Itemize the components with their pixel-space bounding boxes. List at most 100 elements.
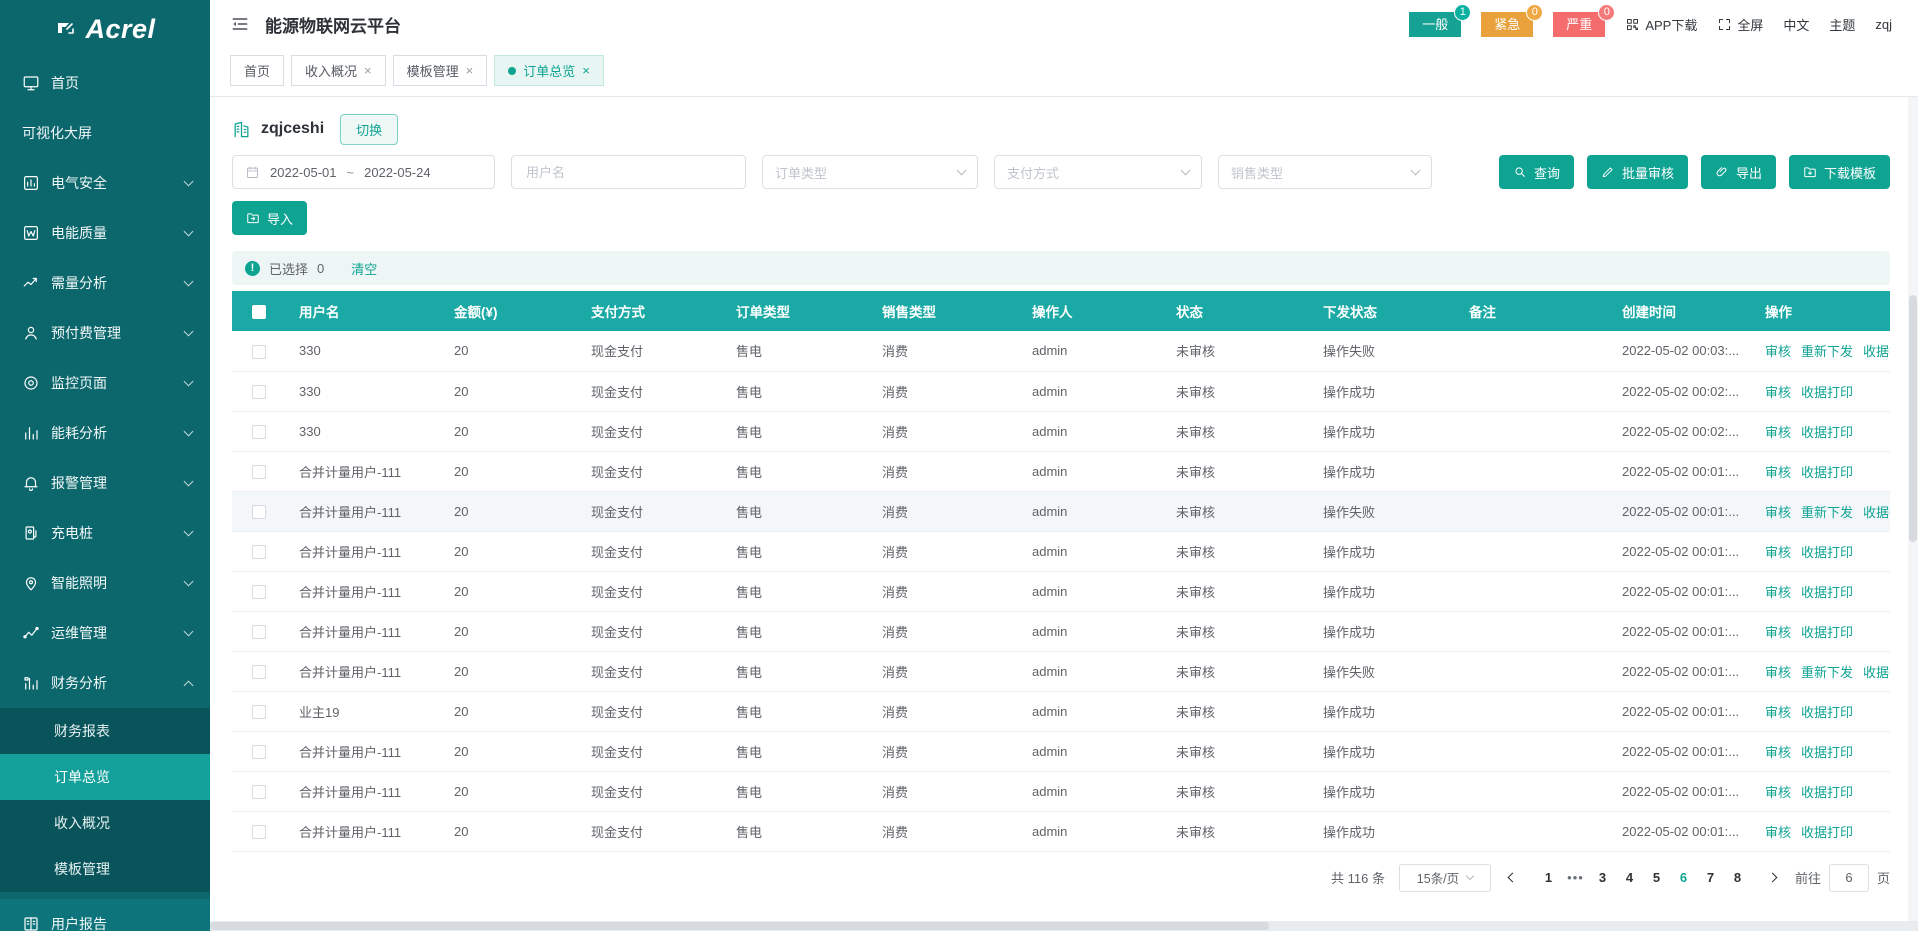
sidebar-item-template-management[interactable]: 模板管理 (0, 846, 210, 892)
jump-page-input[interactable] (1829, 864, 1869, 892)
action-link[interactable]: 审核 (1765, 545, 1791, 560)
action-link[interactable]: 审核 (1765, 465, 1791, 480)
action-link[interactable]: 审核 (1765, 505, 1791, 520)
app-download-link[interactable]: APP下载 (1625, 15, 1697, 34)
page-number[interactable]: 5 (1643, 870, 1670, 885)
action-link[interactable]: 收据打印 (1801, 825, 1853, 840)
sidebar-item-alarm-management[interactable]: 报警管理 (0, 458, 210, 508)
row-checkbox[interactable] (232, 531, 285, 571)
sidebar-item-home[interactable]: 首页 (0, 58, 210, 108)
export-button[interactable]: 导出 (1701, 155, 1776, 189)
download-template-button[interactable]: 下载模板 (1789, 155, 1890, 189)
sidebar-item-prepaid-management[interactable]: 预付费管理 (0, 308, 210, 358)
tab-home[interactable]: 首页 (230, 55, 284, 86)
collapse-menu-icon[interactable] (230, 14, 250, 34)
search-button[interactable]: 查询 (1499, 155, 1574, 189)
action-link[interactable]: 重新下发 (1801, 344, 1853, 359)
order-type-select[interactable]: 订单类型 (762, 155, 978, 189)
prev-page-button[interactable] (1505, 870, 1521, 886)
theme-switch[interactable]: 主题 (1829, 15, 1855, 34)
sale-type-select[interactable]: 销售类型 (1218, 155, 1432, 189)
row-checkbox[interactable] (232, 811, 285, 851)
action-link[interactable]: 收据打印 (1801, 625, 1853, 640)
action-link[interactable]: 审核 (1765, 825, 1791, 840)
tab-income-overview[interactable]: 收入概况× (291, 55, 386, 86)
page-number[interactable]: 8 (1724, 870, 1751, 885)
sidebar-item-energy-analysis[interactable]: 能耗分析 (0, 408, 210, 458)
sidebar-item-finance-report[interactable]: 财务报表 (0, 708, 210, 754)
row-checkbox[interactable] (232, 331, 285, 371)
row-checkbox[interactable] (232, 371, 285, 411)
action-link[interactable]: 审核 (1765, 385, 1791, 400)
close-icon[interactable]: × (466, 64, 474, 77)
row-checkbox[interactable] (232, 491, 285, 531)
action-link[interactable]: 审核 (1765, 585, 1791, 600)
action-link[interactable]: 审核 (1765, 344, 1791, 359)
action-link[interactable]: 重新下发 (1801, 505, 1853, 520)
action-link[interactable]: 收据打印 (1863, 344, 1890, 359)
action-link[interactable]: 收据打印 (1863, 505, 1890, 520)
pay-method-select[interactable]: 支付方式 (994, 155, 1202, 189)
action-link[interactable]: 审核 (1765, 625, 1791, 640)
page-number[interactable]: 3 (1589, 870, 1616, 885)
username-input[interactable] (524, 164, 733, 181)
action-link[interactable]: 重新下发 (1801, 665, 1853, 680)
page-number[interactable]: 7 (1697, 870, 1724, 885)
sidebar-item-power-quality[interactable]: 电能质量 (0, 208, 210, 258)
sidebar-item-monitor-page[interactable]: 监控页面 (0, 358, 210, 408)
action-link[interactable]: 审核 (1765, 665, 1791, 680)
action-link[interactable]: 审核 (1765, 705, 1791, 720)
row-checkbox[interactable] (232, 411, 285, 451)
action-link[interactable]: 收据打印 (1801, 785, 1853, 800)
sidebar-item-user-report[interactable]: 用户报告 (0, 899, 210, 931)
sidebar-item-income-overview[interactable]: 收入概况 (0, 800, 210, 846)
page-number[interactable]: 6 (1670, 870, 1697, 885)
horizontal-scrollbar[interactable] (210, 921, 1918, 931)
sidebar-item-visual-screen[interactable]: 可视化大屏 (0, 108, 210, 158)
row-checkbox[interactable] (232, 451, 285, 491)
sidebar-item-order-overview[interactable]: 订单总览 (0, 754, 210, 800)
action-link[interactable]: 收据打印 (1801, 465, 1853, 480)
sidebar-item-electric-safety[interactable]: 电气安全 (0, 158, 210, 208)
sidebar-item-ops-management[interactable]: 运维管理 (0, 608, 210, 658)
clear-selection-link[interactable]: 清空 (351, 259, 377, 278)
alarm-chip-general[interactable]: 一般 1 (1409, 12, 1461, 37)
page-size-select[interactable]: 15条/页 (1399, 864, 1491, 892)
action-link[interactable]: 审核 (1765, 745, 1791, 760)
tab-template-management[interactable]: 模板管理× (393, 55, 488, 86)
fullscreen-link[interactable]: 全屏 (1717, 15, 1763, 34)
action-link[interactable]: 收据打印 (1801, 745, 1853, 760)
date-range-picker[interactable]: 2022-05-01 ~ 2022-05-24 (232, 155, 495, 189)
page-ellipsis[interactable]: ••• (1562, 870, 1589, 885)
alarm-chip-urgent[interactable]: 紧急 0 (1481, 12, 1533, 37)
action-link[interactable]: 收据打印 (1801, 705, 1853, 720)
sidebar-item-demand-analysis[interactable]: 需量分析 (0, 258, 210, 308)
page-number[interactable]: 1 (1535, 870, 1562, 885)
sidebar-item-finance-analysis[interactable]: 财务分析 (0, 658, 210, 708)
row-checkbox[interactable] (232, 691, 285, 731)
close-icon[interactable]: × (582, 64, 590, 77)
language-switch[interactable]: 中文 (1783, 15, 1809, 34)
action-link[interactable]: 审核 (1765, 425, 1791, 440)
action-link[interactable]: 收据打印 (1863, 665, 1890, 680)
action-link[interactable]: 收据打印 (1801, 545, 1853, 560)
row-checkbox[interactable] (232, 571, 285, 611)
row-checkbox[interactable] (232, 651, 285, 691)
sidebar-item-charging-pile[interactable]: 充电桩 (0, 508, 210, 558)
page-number[interactable]: 4 (1616, 870, 1643, 885)
tab-order-overview[interactable]: 订单总览× (494, 55, 604, 86)
row-checkbox[interactable] (232, 731, 285, 771)
action-link[interactable]: 审核 (1765, 785, 1791, 800)
close-icon[interactable]: × (364, 64, 372, 77)
action-link[interactable]: 收据打印 (1801, 425, 1853, 440)
alarm-chip-severe[interactable]: 严重 0 (1553, 12, 1605, 37)
vertical-scrollbar[interactable] (1908, 97, 1918, 921)
batch-audit-button[interactable]: 批量审核 (1587, 155, 1688, 189)
switch-company-button[interactable]: 切换 (340, 114, 398, 145)
username[interactable]: zqj (1875, 17, 1892, 32)
row-checkbox[interactable] (232, 611, 285, 651)
next-page-button[interactable] (1765, 870, 1781, 886)
sidebar-item-smart-lighting[interactable]: 智能照明 (0, 558, 210, 608)
import-button[interactable]: 导入 (232, 201, 307, 235)
action-link[interactable]: 收据打印 (1801, 585, 1853, 600)
